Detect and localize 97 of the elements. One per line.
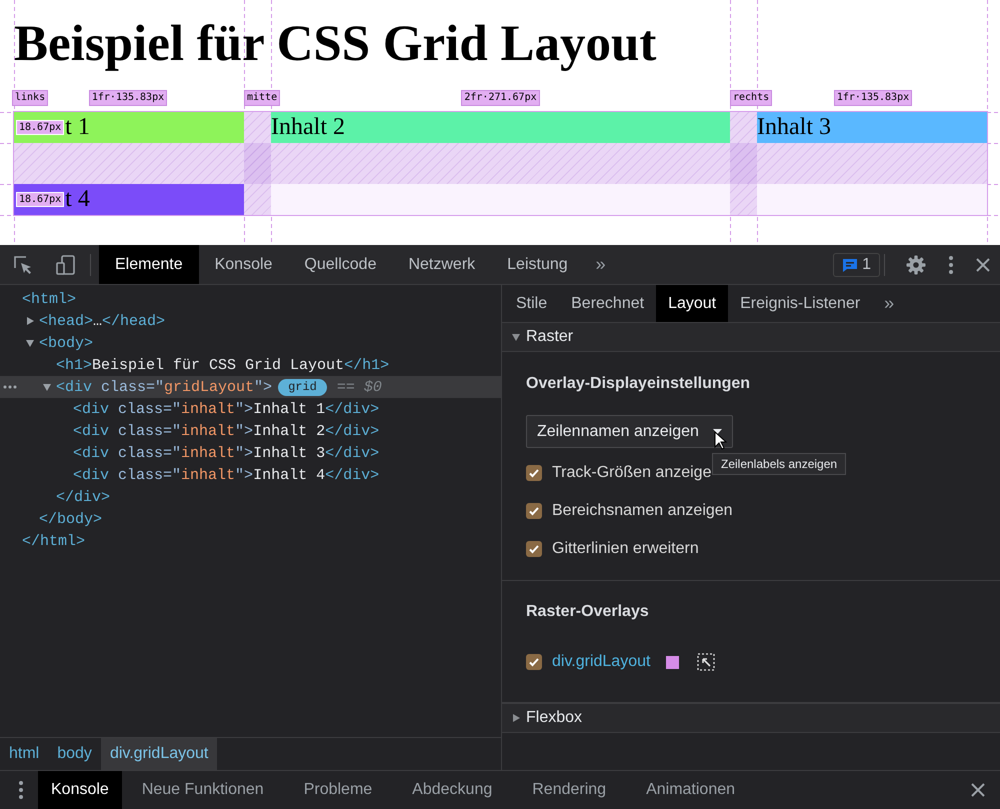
dom-node-line[interactable]: <div class="inhalt">Inhalt 3</div>: [73, 444, 380, 462]
track-size-label: 1fr·135.83px: [88, 90, 168, 106]
select-element-icon[interactable]: [697, 653, 716, 671]
issues-count: 1: [862, 256, 871, 274]
more-tabs-button[interactable]: »: [584, 246, 618, 282]
sidebar-tab[interactable]: Layout: [656, 285, 728, 322]
dom-node-line[interactable]: </html>: [22, 532, 86, 550]
checkbox-label[interactable]: Bereichsnamen anzeigen: [552, 502, 733, 520]
expanded-triangle-icon[interactable]: [42, 382, 52, 392]
sidebar-tab[interactable]: Ereignis-Listener: [728, 285, 872, 322]
breadcrumb[interactable]: html: [0, 738, 48, 770]
grid-item-text: t 1: [65, 114, 90, 141]
section-header[interactable]: Flexbox: [502, 703, 1000, 733]
dom-node-line[interactable]: <div class="inhalt">Inhalt 2</div>: [73, 422, 380, 440]
dom-node-line[interactable]: </div>: [56, 488, 110, 506]
section-title: Flexbox: [526, 709, 582, 727]
panel-tab[interactable]: Leistung: [491, 245, 584, 284]
device-icon[interactable]: [55, 254, 77, 276]
tree-row[interactable]: </div>: [0, 486, 501, 508]
element-link[interactable]: div.gridLayout: [552, 653, 650, 671]
dom-node-line[interactable]: <body>: [39, 334, 94, 352]
menu-icon[interactable]: [948, 254, 954, 274]
sidebar-tab[interactable]: Stile: [504, 285, 560, 322]
line-name-label: rechts: [730, 90, 772, 106]
grid-badge[interactable]: grid: [278, 378, 327, 396]
panel-tab[interactable]: Elemente: [99, 245, 199, 284]
drawer-tab[interactable]: Rendering: [512, 771, 626, 809]
row-size-label: 18.67px: [16, 192, 64, 207]
color-swatch[interactable]: [666, 656, 680, 668]
checkbox[interactable]: [526, 465, 542, 481]
check-icon: [528, 543, 540, 555]
settings-icon[interactable]: [905, 254, 927, 276]
section-header[interactable]: Raster: [502, 323, 1000, 352]
section-title: Raster: [526, 328, 574, 346]
cursor-icon: [714, 431, 728, 451]
checkbox[interactable]: [526, 503, 542, 519]
grid-item-text: t 4: [65, 186, 90, 213]
grid-item-text: Inhalt 3: [757, 114, 831, 141]
tree-row[interactable]: <body>: [0, 332, 501, 354]
sidebar-tab[interactable]: Berechnet: [559, 285, 656, 322]
expanded-triangle-icon[interactable]: [25, 338, 35, 348]
issues-button[interactable]: 1: [833, 252, 880, 276]
dom-node-line[interactable]: <html>: [22, 290, 76, 308]
tree-row[interactable]: <div class="inhalt">Inhalt 1</div>: [0, 398, 501, 420]
subsection-heading: Raster-Overlays: [526, 603, 650, 621]
message-icon: [842, 256, 858, 272]
drawer-tab[interactable]: Animationen: [626, 771, 756, 809]
checkbox[interactable]: [526, 541, 542, 557]
panel-tab[interactable]: Konsole: [198, 245, 288, 284]
tree-row[interactable]: <html>: [0, 288, 501, 310]
track-size-label: 2fr·271.67px: [461, 90, 540, 106]
drawer-tab[interactable]: Konsole: [38, 771, 122, 809]
checkbox-label[interactable]: Track-Größen anzeige: [552, 464, 712, 482]
breadcrumb[interactable]: body: [48, 738, 101, 770]
tree-row[interactable]: <h1>Beispiel für CSS Grid Layout</h1>: [0, 354, 501, 376]
close-icon[interactable]: [970, 782, 986, 798]
tree-row[interactable]: <div class="inhalt">Inhalt 2</div>: [0, 420, 501, 442]
menu-icon[interactable]: [18, 780, 24, 800]
checkbox-label[interactable]: Gitterlinien erweitern: [552, 540, 699, 558]
drawer-tab[interactable]: Neue Funktionen: [122, 771, 284, 809]
row-size-label: 18.67px: [16, 120, 64, 135]
inspect-icon[interactable]: [12, 254, 34, 276]
drawer-tab[interactable]: Abdeckung: [392, 771, 512, 809]
checkbox[interactable]: [526, 654, 542, 670]
panel-tab[interactable]: Netzwerk: [392, 245, 492, 284]
console-reference: == $0: [336, 378, 382, 396]
line-name-label: mitte: [244, 90, 280, 106]
dom-node-line[interactable]: <h1>Beispiel für CSS Grid Layout</h1>: [56, 356, 390, 374]
tree-row[interactable]: <head>…</head>: [0, 310, 501, 332]
tree-row[interactable]: <div class="gridLayout"> grid == $0: [0, 376, 501, 398]
dom-node-line[interactable]: <div class="gridLayout">: [56, 378, 272, 396]
more-icon[interactable]: [3, 385, 17, 389]
more-tabs-button[interactable]: »: [872, 285, 906, 321]
page-heading: Beispiel für CSS Grid Layout: [13, 15, 658, 74]
panel-tab[interactable]: Quellcode: [288, 245, 392, 284]
caret-icon: [712, 428, 722, 434]
dom-node-line[interactable]: <head>…</head>: [39, 312, 166, 330]
line-name-label: links: [12, 90, 48, 106]
check-icon: [528, 505, 540, 517]
tree-row[interactable]: </html>: [0, 530, 501, 552]
dom-node-line[interactable]: <div class="inhalt">Inhalt 1</div>: [73, 400, 380, 418]
drawer-tab[interactable]: Probleme: [284, 771, 392, 809]
grid-item-text: Inhalt 2: [271, 114, 345, 141]
dom-node-line[interactable]: </body>: [39, 510, 102, 528]
collapsed-triangle-icon[interactable]: [25, 316, 35, 326]
subsection-heading: Overlay-Displayeinstellungen: [526, 375, 752, 393]
close-icon[interactable]: [975, 256, 991, 272]
tree-row[interactable]: <div class="inhalt">Inhalt 4</div>: [0, 464, 501, 486]
tree-row[interactable]: </body>: [0, 508, 501, 530]
check-icon: [528, 467, 540, 479]
track-size-label: 1fr·135.83px: [834, 90, 912, 106]
tooltip: Zeilenlabels anzeigen: [712, 453, 846, 475]
dropdown[interactable]: Zeilennamen anzeigen: [526, 415, 733, 448]
dom-node-line[interactable]: <div class="inhalt">Inhalt 4</div>: [73, 466, 380, 484]
check-icon: [528, 656, 540, 668]
breadcrumb[interactable]: div.gridLayout: [100, 738, 218, 770]
tree-row[interactable]: <div class="inhalt">Inhalt 3</div>: [0, 442, 501, 464]
